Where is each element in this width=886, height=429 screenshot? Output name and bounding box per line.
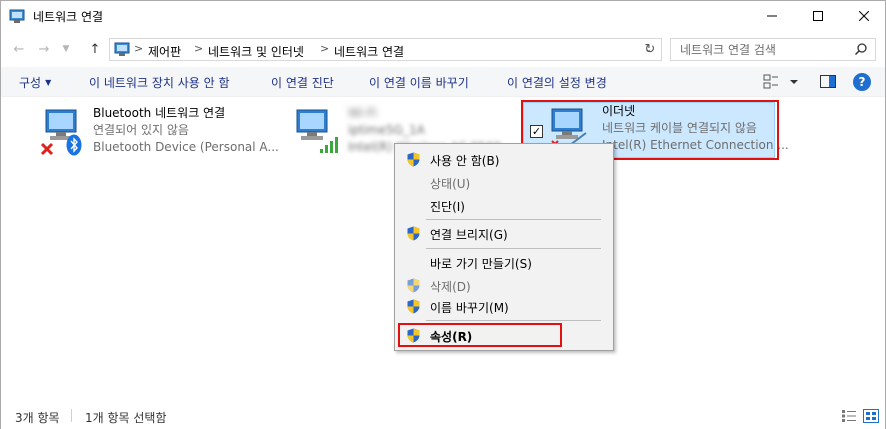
menu-item-rename[interactable]: 이름 바꾸기(M) [398, 295, 610, 317]
chevron-down-icon: ▼ [62, 44, 70, 54]
chevron-down-icon: ▼ [45, 78, 52, 87]
disable-device-button[interactable]: 이 네트워크 장치 사용 안 함 [89, 74, 230, 91]
change-view-button[interactable] [763, 73, 803, 94]
preview-pane-icon [820, 75, 836, 88]
arrow-up-icon: ↑ [89, 41, 101, 57]
window-title: 네트워크 연결 [33, 10, 104, 24]
connection-details: Bluetooth 네트워크 연결 연결되어 있지 않음 Bluetooth D… [93, 105, 279, 156]
menu-item-diagnose[interactable]: 진단(I) [398, 194, 610, 216]
breadcrumb-network-connections[interactable]: 네트워크 연결 [334, 43, 404, 60]
search-input[interactable] [671, 39, 841, 60]
breadcrumb-separator[interactable]: > [134, 42, 143, 55]
breadcrumb-separator[interactable]: > [320, 42, 329, 55]
bluetooth-icon [66, 134, 82, 156]
uac-shield-icon [407, 278, 420, 293]
menu-item-label: 진단(I) [430, 200, 465, 214]
connection-item-bluetooth[interactable]: Bluetooth 네트워크 연결 연결되어 있지 않음 Bluetooth D… [40, 104, 279, 160]
organize-button[interactable]: 구성 ▼ [19, 74, 51, 91]
search-icon [854, 43, 867, 56]
details-view-icon[interactable] [841, 409, 857, 423]
context-menu: 사용 안 함(B) 상태(U) 진단(I) 연결 브리지(G) 바로 가기 만들… [394, 143, 614, 351]
change-settings-button[interactable]: 이 연결의 설정 변경 [507, 74, 607, 91]
connection-status: iptime5G_1A [348, 123, 425, 137]
wifi-signal-icon [320, 137, 338, 153]
breadcrumb-separator[interactable]: > [194, 42, 203, 55]
menu-item-label: 이름 바꾸기(M) [430, 301, 509, 315]
organize-label: 구성 [19, 76, 42, 90]
title-bar[interactable]: 네트워크 연결 [1, 1, 885, 31]
uac-shield-icon [407, 299, 420, 314]
connection-device: Bluetooth Device (Personal A... [93, 140, 279, 154]
view-options-icon [763, 74, 798, 89]
control-panel-icon [114, 42, 130, 56]
disconnected-x-icon [40, 142, 54, 156]
search-box[interactable] [670, 38, 876, 61]
properties-highlight-box [398, 323, 562, 347]
item-count: 3개 항목 [15, 411, 60, 425]
menu-item-label: 상태(U) [430, 177, 471, 191]
menu-item-status[interactable]: 상태(U) [398, 171, 610, 193]
status-separator [71, 409, 72, 422]
menu-item-disable[interactable]: 사용 안 함(B) [398, 148, 610, 170]
help-button[interactable]: ? [853, 73, 871, 91]
network-connections-window: 네트워크 연결 ← → ▼ ↑ > 제어판 > 네트워크 및 인터넷 > 네트워 [0, 0, 886, 429]
help-icon: ? [858, 75, 866, 89]
large-icons-view-icon[interactable] [863, 409, 879, 423]
refresh-button[interactable]: ↻ [639, 38, 662, 61]
menu-separator [426, 248, 601, 249]
uac-shield-icon [407, 226, 420, 241]
refresh-icon: ↻ [644, 42, 656, 57]
menu-item-label: 사용 안 함(B) [430, 154, 500, 168]
forward-button[interactable]: → [34, 39, 54, 59]
menu-item-label: 삭제(D) [430, 280, 471, 294]
close-button[interactable] [841, 1, 886, 31]
menu-item-label: 연결 브리지(G) [430, 228, 508, 242]
command-bar: 구성 ▼ 이 네트워크 장치 사용 안 함 이 연결 진단 이 연결 이름 바꾸기… [1, 67, 885, 97]
menu-item-create-shortcut[interactable]: 바로 가기 만들기(S) [398, 251, 610, 273]
uac-shield-icon [407, 152, 420, 167]
connection-name: Bluetooth 네트워크 연결 [93, 106, 226, 120]
menu-separator [426, 219, 601, 220]
arrow-right-icon: → [38, 41, 50, 57]
maximize-icon [813, 11, 823, 21]
rename-button[interactable]: 이 연결 이름 바꾸기 [369, 74, 469, 91]
menu-item-label: 바로 가기 만들기(S) [430, 257, 532, 271]
menu-separator [426, 320, 601, 321]
close-icon [859, 11, 869, 21]
up-button[interactable]: ↑ [85, 39, 105, 59]
breadcrumb-control-panel[interactable]: 제어판 [148, 43, 181, 60]
minimize-button[interactable] [749, 1, 795, 31]
network-folder-icon [9, 9, 25, 23]
connection-status: 연결되어 있지 않음 [93, 123, 189, 137]
arrow-left-icon: ← [13, 41, 25, 57]
recent-locations-button[interactable]: ▼ [59, 39, 73, 59]
minimize-icon [767, 15, 777, 17]
address-row: ← → ▼ ↑ > 제어판 > 네트워크 및 인터넷 > 네트워크 연결 ⌄ ↻ [1, 35, 885, 63]
selected-count: 1개 항목 선택함 [85, 411, 167, 425]
address-bar[interactable]: > 제어판 > 네트워크 및 인터넷 > 네트워크 연결 ⌄ [109, 38, 662, 61]
maximize-button[interactable] [795, 1, 841, 31]
menu-item-delete[interactable]: 삭제(D) [398, 274, 610, 296]
diagnose-button[interactable]: 이 연결 진단 [271, 74, 334, 91]
status-bar: 3개 항목 1개 항목 선택함 [1, 403, 885, 429]
breadcrumb-network-internet[interactable]: 네트워크 및 인터넷 [208, 43, 304, 60]
connection-name: Wi-Fi [348, 106, 377, 120]
preview-pane-button[interactable] [819, 73, 837, 94]
menu-item-bridge[interactable]: 연결 브리지(G) [398, 222, 610, 244]
back-button[interactable]: ← [9, 39, 29, 59]
